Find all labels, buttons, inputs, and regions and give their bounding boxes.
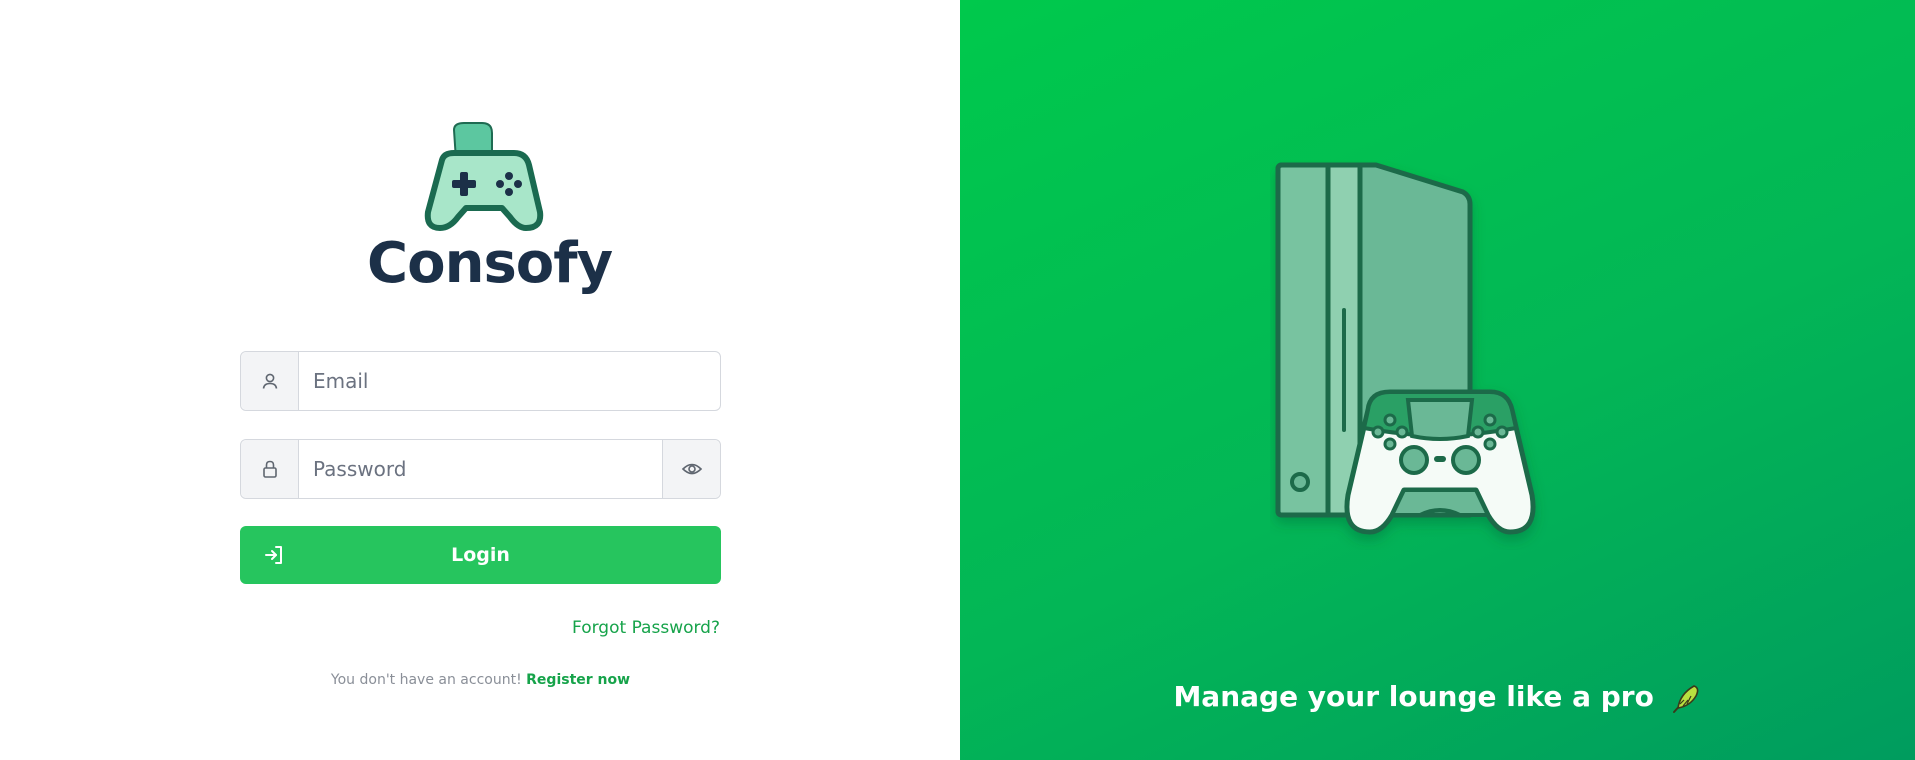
login-arrow-icon — [265, 546, 282, 564]
register-prompt-text: You don't have an account! — [330, 672, 522, 688]
email-input[interactable] — [299, 352, 720, 410]
brand-logo: Consofy — [367, 120, 613, 308]
gamepad-logo-icon — [424, 122, 544, 231]
user-icon — [262, 373, 277, 389]
register-link[interactable]: Register now — [526, 672, 630, 688]
lock-icon — [262, 460, 277, 478]
password-input[interactable] — [299, 440, 662, 498]
brand-name: Consofy — [367, 231, 613, 296]
email-field — [240, 351, 721, 411]
login-button-label: Login — [451, 544, 510, 566]
hero-tagline: Manage your lounge like a pro — [960, 680, 1915, 714]
register-prompt: You don't have an account! Register now — [240, 672, 721, 688]
password-field — [240, 439, 721, 499]
password-addon — [241, 440, 299, 498]
email-addon — [241, 352, 299, 410]
login-button[interactable]: Login — [240, 526, 721, 584]
eye-icon — [681, 463, 702, 475]
leaf-icon — [1672, 685, 1698, 713]
password-visibility-toggle[interactable] — [662, 440, 720, 498]
console-and-controller-illustration — [1275, 162, 1536, 535]
login-panel: Consofy Email Login Forgot Password? You… — [0, 0, 960, 760]
hero-tagline-text: Manage your lounge like a pro — [1173, 680, 1654, 713]
forgot-password-link[interactable]: Forgot Password? — [572, 618, 720, 638]
